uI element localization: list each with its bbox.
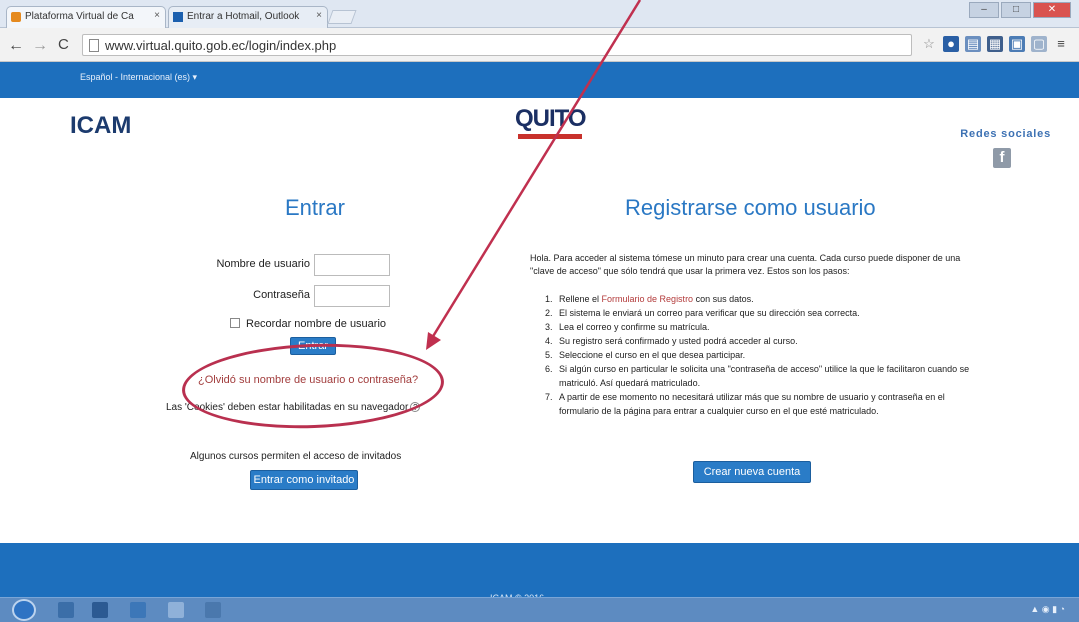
extension-icon[interactable]: ▤ bbox=[965, 36, 981, 52]
taskbar-app-icon[interactable] bbox=[168, 602, 184, 618]
reload-icon[interactable]: C bbox=[58, 36, 69, 53]
taskbar-app-icon[interactable] bbox=[205, 602, 221, 618]
close-tab-icon[interactable]: × bbox=[154, 10, 160, 21]
main-content: Entrar Nombre de usuario Contraseña Reco… bbox=[70, 170, 1010, 530]
window-controls: – □ ✕ bbox=[969, 2, 1071, 18]
site-footer: ICAM © 2016 bbox=[0, 543, 1079, 605]
create-account-button[interactable]: Crear nueva cuenta bbox=[693, 461, 811, 483]
address-bar: ← → C www.virtual.quito.gob.ec/login/ind… bbox=[0, 28, 1079, 62]
url-input[interactable]: www.virtual.quito.gob.ec/login/index.php bbox=[82, 34, 912, 56]
taskbar-app-icon[interactable] bbox=[130, 602, 146, 618]
forward-arrow-icon[interactable]: → bbox=[32, 37, 48, 55]
social-networks-title: Redes sociales bbox=[960, 128, 1051, 140]
extension-icon[interactable]: ● bbox=[943, 36, 959, 52]
quito-logo-bar bbox=[518, 134, 582, 139]
list-item: 2. El sistema le enviará un correo para v… bbox=[545, 308, 860, 318]
quito-logo-text: QUITO bbox=[515, 105, 587, 132]
site-header: ICAM QUITO Redes sociales f bbox=[0, 98, 1079, 168]
username-input[interactable] bbox=[314, 254, 390, 276]
taskbar-app-icon[interactable] bbox=[92, 602, 108, 618]
guest-note: Algunos cursos permiten el acceso de inv… bbox=[190, 451, 402, 462]
moodle-favicon-icon bbox=[11, 12, 21, 22]
username-label: Nombre de usuario bbox=[216, 258, 310, 270]
list-item: 4. Su registro será confirmado y usted po… bbox=[545, 336, 798, 346]
remember-label: Recordar nombre de usuario bbox=[246, 318, 387, 330]
system-tray[interactable]: ▲ ◉ ▮ ◔ bbox=[1030, 604, 1065, 615]
back-arrow-icon[interactable]: ← bbox=[8, 37, 24, 55]
remember-checkbox[interactable] bbox=[230, 318, 240, 328]
list-item: 3. Lea el correo y confirme su matrícula. bbox=[545, 322, 710, 332]
extension-icons: ☆ ● ▤ ▦ ▣ ▢ ≡ bbox=[921, 36, 1069, 52]
signup-steps: 1. Rellene el Formulario de Registro con … bbox=[545, 292, 975, 418]
registration-form-link[interactable]: Formulario de Registro bbox=[602, 294, 694, 304]
page-icon bbox=[89, 39, 99, 52]
taskbar-app-icon[interactable] bbox=[58, 602, 74, 618]
menu-icon[interactable]: ≡ bbox=[1053, 36, 1069, 52]
list-item: 7. A partir de ese momento no necesitará … bbox=[545, 392, 945, 416]
browser-tab-plataforma[interactable]: Plataforma Virtual de Ca × bbox=[6, 6, 166, 28]
browser-tab-outlook[interactable]: Entrar a Hotmail, Outlook × bbox=[168, 6, 328, 28]
signup-title: Registrarse como usuario bbox=[625, 195, 876, 220]
extension-icon[interactable]: ▦ bbox=[987, 36, 1003, 52]
guest-login-button[interactable]: Entrar como invitado bbox=[250, 470, 358, 490]
close-tab-icon[interactable]: × bbox=[316, 10, 322, 21]
new-tab-button[interactable] bbox=[327, 10, 357, 24]
extension-icon[interactable]: ▢ bbox=[1031, 36, 1047, 52]
login-title: Entrar bbox=[285, 195, 345, 220]
list-item: 6. Si algún curso en particular le solici… bbox=[545, 364, 970, 388]
site-top-bar: Español - Internacional (es) ▾ bbox=[0, 62, 1079, 98]
browser-tab-strip: Plataforma Virtual de Ca × Entrar a Hotm… bbox=[0, 0, 1079, 28]
close-window-icon[interactable]: ✕ bbox=[1033, 2, 1071, 18]
remember-username[interactable]: Recordar nombre de usuario bbox=[230, 318, 386, 330]
os-taskbar: ▲ ◉ ▮ ◔ bbox=[0, 597, 1079, 622]
maximize-icon[interactable]: □ bbox=[1001, 2, 1031, 18]
minimize-icon[interactable]: – bbox=[969, 2, 999, 18]
quito-logo: QUITO bbox=[515, 104, 587, 148]
extension-icon[interactable]: ▣ bbox=[1009, 36, 1025, 52]
start-button-icon[interactable] bbox=[12, 599, 36, 621]
tab-label: Entrar a Hotmail, Outlook bbox=[187, 11, 300, 22]
star-icon[interactable]: ☆ bbox=[921, 36, 937, 52]
password-label: Contraseña bbox=[253, 289, 310, 301]
icam-logo[interactable]: ICAM bbox=[70, 112, 131, 140]
signup-intro: Hola. Para acceder al sistema tómese un … bbox=[530, 253, 961, 276]
url-text: www.virtual.quito.gob.ec/login/index.php bbox=[105, 38, 337, 53]
language-selector[interactable]: Español - Internacional (es) ▾ bbox=[80, 72, 197, 83]
tab-label: Plataforma Virtual de Ca bbox=[25, 11, 134, 22]
password-input[interactable] bbox=[314, 285, 390, 307]
outlook-favicon-icon bbox=[173, 12, 183, 22]
list-item: 1. Rellene el Formulario de Registro con … bbox=[545, 294, 754, 304]
facebook-icon[interactable]: f bbox=[993, 148, 1011, 168]
list-item: 5. Seleccione el curso en el que desea pa… bbox=[545, 350, 746, 360]
